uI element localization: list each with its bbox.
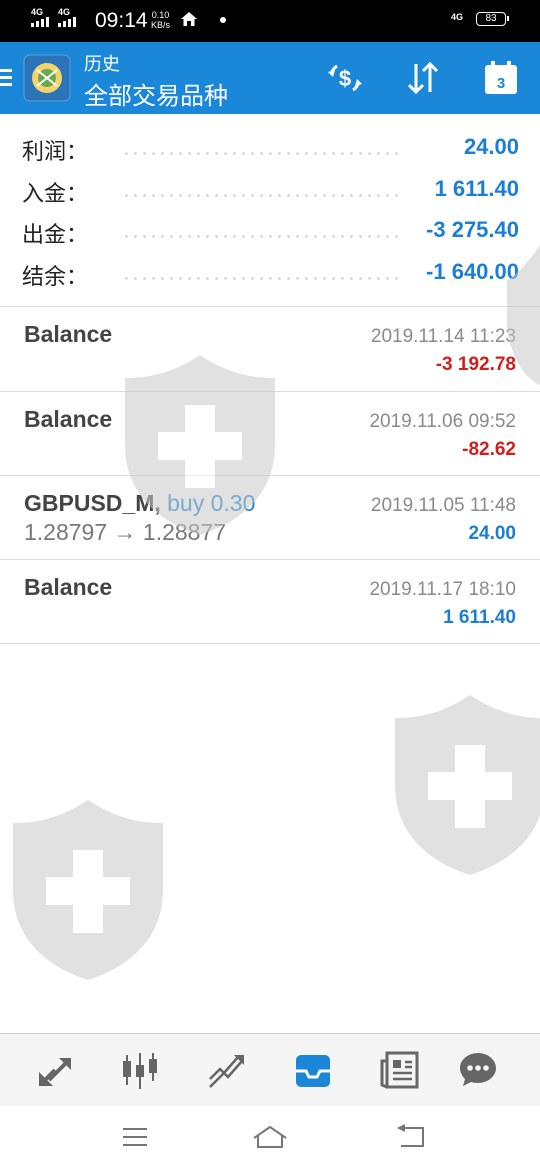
- status-bar: 4G 4G 09:14 0.10 KB/s 4G 83: [0, 0, 540, 42]
- summary-value: 1 611.40: [434, 175, 519, 201]
- chat-icon: [460, 1053, 496, 1086]
- nav-history-button[interactable]: [291, 1048, 335, 1092]
- summary-label: 利润：: [22, 139, 89, 164]
- summary-value: -1 640.00: [426, 258, 519, 284]
- deal-title: Balance: [24, 321, 112, 348]
- deal-row[interactable]: GBPUSD_M, buy 0.30 1.28797 → 1.28877 201…: [0, 476, 540, 560]
- nav-chart-button[interactable]: [118, 1048, 162, 1092]
- clock: 09:14: [95, 9, 148, 32]
- signal-icon-2: [58, 17, 76, 27]
- summary-label: 结余：: [22, 263, 89, 289]
- dot-leader: [122, 193, 400, 197]
- summary-value: -3 275.40: [426, 217, 519, 242]
- dot-leader: [122, 235, 400, 238]
- back-icon: [397, 1124, 424, 1147]
- signal-icon-1: [31, 17, 49, 27]
- dot-leader: [122, 152, 400, 155]
- deal-time: 2019.11.14 11:23: [370, 326, 516, 347]
- deal-prices: 1.28797 → 1.28877: [24, 519, 227, 545]
- deal-symbol: GBPUSD_M,: [24, 490, 161, 516]
- header-title[interactable]: 全部交易品种: [84, 76, 228, 111]
- summary-row-balance: 结余： -1 640.00: [0, 251, 540, 293]
- system-nav: [0, 1106, 540, 1170]
- calendar-day: 3: [497, 75, 505, 92]
- summary-label: 入金：: [22, 180, 89, 206]
- deal-symbol: Balance: [24, 321, 113, 347]
- deal-type-volume: buy 0.30: [167, 490, 256, 516]
- network-type-right: 4G: [451, 12, 464, 22]
- home-status-icon: [181, 12, 197, 26]
- network-type-2: 4G: [58, 7, 71, 17]
- deal-title: Balance: [24, 574, 112, 601]
- nav-chat-button[interactable]: [456, 1048, 500, 1092]
- dot-leader: [122, 276, 400, 280]
- app-header: 历史 全部交易品种 $ 3: [0, 42, 540, 114]
- menu-icon[interactable]: [0, 69, 12, 86]
- deal-amount: -3 192.78: [435, 354, 516, 375]
- net-speed: 0.10 KB/s: [151, 10, 170, 30]
- battery-icon: 83: [476, 12, 509, 26]
- currency-exchange-button[interactable]: $: [323, 56, 367, 100]
- back-button[interactable]: [392, 1122, 428, 1152]
- nav-quotes-button[interactable]: [33, 1048, 77, 1092]
- deal-time: 2019.11.17 18:10: [369, 579, 516, 600]
- deal-time: 2019.11.05 11:48: [370, 495, 516, 516]
- divider: [0, 643, 540, 644]
- nav-news-button[interactable]: [378, 1048, 422, 1092]
- deal-symbol: Balance: [24, 574, 113, 600]
- bottom-nav: [0, 1033, 540, 1106]
- recent-apps-button[interactable]: [117, 1122, 153, 1152]
- summary-row-deposit: 入金： 1 611.40: [0, 168, 540, 210]
- deal-row[interactable]: Balance 2019.11.06 09:52 -82.62: [0, 392, 540, 476]
- sort-button[interactable]: [401, 56, 445, 100]
- watermark-shield-icon: [13, 800, 163, 980]
- deal-row[interactable]: Balance 2019.11.14 11:23 -3 192.78: [0, 307, 540, 391]
- deal-amount: 1 611.40: [443, 607, 516, 628]
- home-button[interactable]: [252, 1122, 288, 1152]
- summary-value: 24.00: [463, 134, 519, 159]
- notification-dot-icon: [220, 17, 226, 23]
- summary-label: 出金：: [22, 222, 89, 247]
- sort-icon: [407, 61, 439, 95]
- chart-icon: [123, 1053, 157, 1089]
- deal-row[interactable]: Balance 2019.11.17 18:10 1 611.40: [0, 560, 540, 644]
- network-type-1: 4G: [31, 7, 44, 17]
- news-icon: [380, 1051, 419, 1089]
- quotes-icon: [39, 1058, 71, 1086]
- deal-time: 2019.11.06 09:52: [369, 411, 516, 432]
- deal-symbol: Balance: [24, 406, 113, 432]
- recent-apps-icon: [123, 1128, 147, 1146]
- nav-trade-button[interactable]: [205, 1048, 249, 1092]
- calendar-button[interactable]: 3: [479, 56, 523, 100]
- svg-text:$: $: [339, 66, 351, 91]
- calendar-icon: 3: [485, 61, 517, 94]
- deal-amount: -82.62: [462, 439, 516, 460]
- home-icon: [253, 1125, 287, 1148]
- summary-row-withdrawal: 出金： -3 275.40: [0, 209, 540, 251]
- history-icon: [296, 1055, 330, 1087]
- app-logo-icon: [23, 54, 71, 102]
- net-speed-value: 0.10: [151, 10, 170, 20]
- currency-exchange-icon: $: [328, 64, 362, 92]
- summary-panel: 利润： 24.00 入金： 1 611.40 出金： -3 275.40 结余：…: [0, 126, 540, 292]
- watermark-shield-icon: [395, 695, 540, 875]
- net-speed-unit: KB/s: [151, 20, 171, 30]
- header-subtitle: 历史: [84, 54, 120, 74]
- deal-title: Balance: [24, 406, 112, 433]
- trade-icon: [209, 1055, 244, 1088]
- deal-amount: 24.00: [468, 523, 516, 544]
- deal-title: GBPUSD_M, buy 0.30: [24, 490, 255, 517]
- summary-row-profit: 利润： 24.00: [0, 126, 540, 168]
